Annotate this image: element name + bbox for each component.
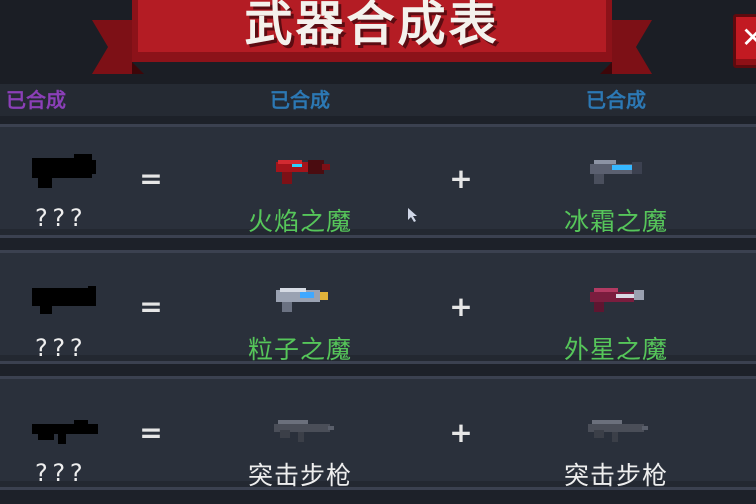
- previous-recipe-row[interactable]: 已合成 已合成 已合成: [0, 84, 756, 116]
- equals-sign: =: [139, 290, 163, 323]
- ice-blaster-icon[interactable]: [586, 154, 650, 186]
- unknown-weapon-silhouette-icon: [32, 286, 96, 314]
- unknown-weapon-silhouette-icon: [32, 154, 96, 188]
- plus-sign: +: [449, 416, 473, 449]
- plus-sign: +: [449, 162, 473, 195]
- mouse-pointer-icon: [408, 208, 417, 222]
- unknown-rifle-silhouette-icon: [32, 420, 98, 444]
- right-ingredient-name: 突击步枪: [563, 461, 668, 490]
- assault-rifle-icon[interactable]: [586, 412, 650, 444]
- weapon-synthesis-screen: 已合成 已合成 已合成 武器合成表 ✕ ??? = 火焰之魔 + 冰霜之魔 ??…: [0, 0, 756, 504]
- equals-sign: =: [139, 162, 163, 195]
- previous-left-ingredient-label: 已合成: [270, 88, 330, 112]
- result-name: ???: [33, 459, 87, 487]
- close-button[interactable]: ✕: [733, 14, 756, 68]
- equals-sign: =: [139, 416, 163, 449]
- page-title: 武器合成表: [244, 0, 500, 52]
- left-ingredient-name: 粒子之魔: [247, 335, 352, 364]
- particle-blaster-icon[interactable]: [272, 282, 336, 314]
- assault-rifle-icon[interactable]: [272, 412, 336, 444]
- plus-sign: +: [449, 290, 473, 323]
- result-name: ???: [33, 334, 87, 362]
- left-ingredient-name: 突击步枪: [247, 461, 352, 490]
- previous-result-label: 已合成: [6, 88, 66, 112]
- alien-blaster-icon[interactable]: [586, 282, 650, 314]
- result-name: ???: [33, 204, 87, 232]
- red-blaster-icon[interactable]: [272, 154, 336, 186]
- right-ingredient-name: 冰霜之魔: [563, 207, 668, 236]
- close-x-icon: ✕: [741, 21, 756, 54]
- left-ingredient-name: 火焰之魔: [247, 207, 352, 236]
- previous-right-ingredient-label: 已合成: [586, 88, 646, 112]
- title-banner: 武器合成表: [92, 0, 652, 82]
- right-ingredient-name: 外星之魔: [563, 335, 668, 364]
